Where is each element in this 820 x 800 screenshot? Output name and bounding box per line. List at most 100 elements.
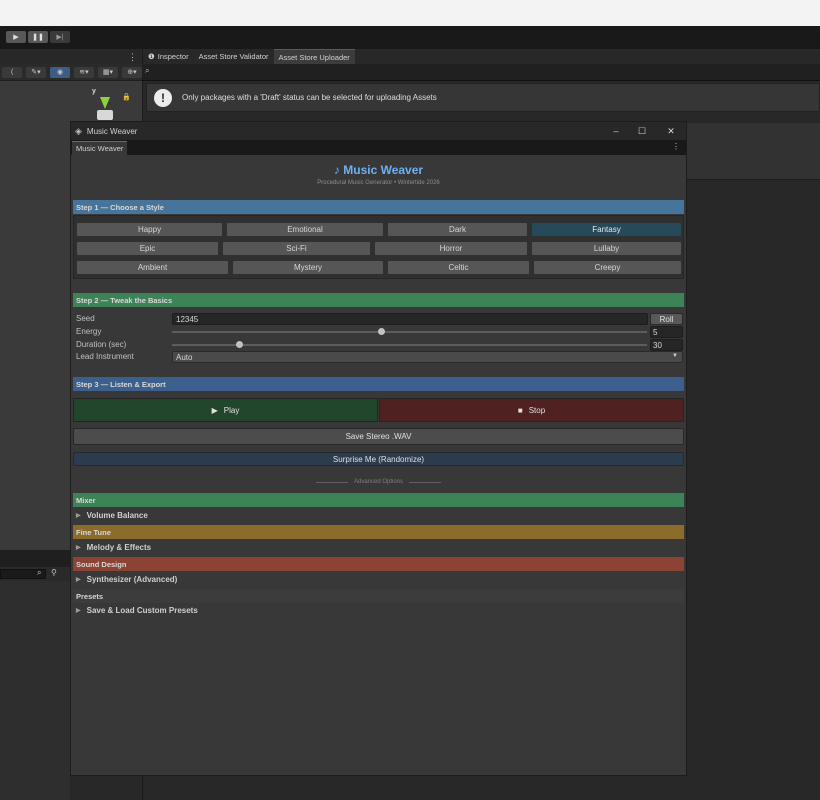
volume-balance-foldout[interactable]: ▶ Volume Balance <box>76 511 148 520</box>
gizmo-y-axis-icon[interactable] <box>100 97 110 109</box>
tab-label: Asset Store Uploader <box>278 52 350 62</box>
chevron-down-icon: ▼ <box>672 353 678 359</box>
tab-inspector[interactable]: ❶ Inspector <box>143 49 194 64</box>
style-button-mystery[interactable]: Mystery <box>232 260 384 275</box>
scene-toolbar: ⟨ ✎▾ ◉ ≋▾ ▦▾ ⊕▾ <box>0 64 142 81</box>
foldout-label: Synthesizer (Advanced) <box>86 575 178 584</box>
window-title: Music Weaver <box>86 126 138 136</box>
foldout-label: Save & Load Custom Presets <box>86 606 198 615</box>
energy-slider-track[interactable] <box>172 331 647 333</box>
style-button-epic[interactable]: Epic <box>76 241 219 256</box>
instrument-label: Lead Instrument <box>76 352 134 361</box>
step2-header: Step 2 — Tweak the Basics <box>73 293 684 307</box>
stop-label: Stop <box>528 405 546 415</box>
window-tabs: Music Weaver ⋮ <box>71 140 686 155</box>
lower-panel-header <box>0 550 70 567</box>
stop-button[interactable]: ■ Stop <box>379 398 684 422</box>
duration-field[interactable]: 30 <box>650 339 683 351</box>
pause-icon[interactable]: ❚❚ <box>28 31 48 43</box>
mixer-header: Mixer <box>73 493 684 507</box>
duration-slider-handle[interactable] <box>235 341 243 348</box>
chevron-right-icon: ▶ <box>76 545 81 551</box>
divider-line <box>409 481 442 483</box>
presets-foldout[interactable]: ▶ Save & Load Custom Presets <box>76 606 198 615</box>
divider-line <box>315 481 348 483</box>
style-button-dark[interactable]: Dark <box>387 222 528 237</box>
app-subtitle: Procedural Music Generator • Wintertide … <box>317 180 440 186</box>
play-button[interactable]: ▶ Play <box>73 398 378 422</box>
gizmo-dropdown[interactable]: ⊕▾ <box>122 66 142 78</box>
step1-header: Step 1 — Choose a Style <box>73 200 684 214</box>
save-wav-button[interactable]: Save Stereo .WAV <box>73 428 684 445</box>
duration-label: Duration (sec) <box>76 340 127 349</box>
play-icon: ▶ <box>211 405 218 415</box>
search-bar[interactable]: ⌕ <box>142 64 820 81</box>
sound-design-header: Sound Design <box>73 557 684 571</box>
style-button-creepy[interactable]: Creepy <box>533 260 682 275</box>
advanced-label: Advanced Options <box>353 479 404 485</box>
style-button-ambient[interactable]: Ambient <box>76 260 229 275</box>
more-options-icon[interactable]: ⋮ <box>128 52 137 63</box>
share-icon[interactable]: ⟨ <box>2 66 22 78</box>
tab-label: Inspector <box>157 52 189 61</box>
editor-tabs: ❶ Inspector Asset Store Validator Asset … <box>143 49 355 64</box>
visibility-icon[interactable]: ◉ <box>50 66 70 78</box>
tab-asset-store-validator[interactable]: Asset Store Validator <box>194 49 274 64</box>
style-button-celtic[interactable]: Celtic <box>387 260 530 275</box>
app-title: ♪ Music Weaver <box>333 163 424 177</box>
brush-dropdown[interactable]: ✎▾ <box>26 66 46 78</box>
energy-slider-handle[interactable] <box>378 328 385 335</box>
foldout-label: Melody & Effects <box>86 543 152 552</box>
chevron-right-icon: ▶ <box>76 608 81 614</box>
chevron-right-icon: ▶ <box>76 513 81 519</box>
style-button-lullaby[interactable]: Lullaby <box>531 241 682 256</box>
seed-input[interactable]: 12345 <box>172 313 648 325</box>
style-button-happy[interactable]: Happy <box>76 222 223 237</box>
minimize-icon[interactable]: – <box>609 124 623 138</box>
layers-dropdown[interactable]: ≋▾ <box>74 66 94 78</box>
step-icon[interactable]: ▶| <box>50 31 70 43</box>
step3-header: Step 3 — Listen & Export <box>73 377 684 391</box>
window-titlebar[interactable]: ◈ Music Weaver – ☐ ✕ <box>71 122 686 140</box>
seed-label: Seed <box>76 314 95 323</box>
warning-icon: ! <box>154 88 172 107</box>
grid-dropdown[interactable]: ▦▾ <box>98 66 118 78</box>
style-button-sci-fi[interactable]: Sci-Fi <box>222 241 371 256</box>
style-button-fantasy[interactable]: Fantasy <box>531 222 682 237</box>
synthesizer-foldout[interactable]: ▶ Synthesizer (Advanced) <box>76 575 177 584</box>
surprise-me-button[interactable]: Surprise Me (Randomize) <box>73 452 684 466</box>
os-top-strip <box>0 0 820 26</box>
play-controls: ▶ ❚❚ ▶| <box>6 31 70 43</box>
play-icon[interactable]: ▶ <box>6 31 26 43</box>
energy-field[interactable]: 5 <box>650 326 683 338</box>
instrument-value: Auto <box>176 352 193 362</box>
notice-text: Only packages with a 'Draft' status can … <box>182 93 437 102</box>
gizmo-axis-label: y <box>92 88 96 95</box>
foldout-label: Volume Balance <box>86 511 148 520</box>
melody-effects-foldout[interactable]: ▶ Melody & Effects <box>76 543 151 552</box>
lower-panel <box>0 581 70 800</box>
search-icon[interactable]: ⌕ <box>37 568 41 578</box>
style-button-emotional[interactable]: Emotional <box>226 222 384 237</box>
finetune-header: Fine Tune <box>73 525 684 539</box>
stop-icon: ■ <box>517 405 523 415</box>
uploader-content <box>686 123 820 180</box>
presets-header: Presets <box>73 589 684 603</box>
duration-slider-track[interactable] <box>172 344 647 346</box>
tab-label: Asset Store Validator <box>198 52 269 61</box>
editor-toolbar: ▶ ❚❚ ▶| <box>0 26 820 49</box>
draft-notice: ! Only packages with a 'Draft' status ca… <box>146 83 820 112</box>
close-icon[interactable]: ✕ <box>664 124 678 138</box>
unity-icon: ◈ <box>75 125 82 136</box>
chevron-right-icon: ▶ <box>76 577 81 583</box>
maximize-icon[interactable]: ☐ <box>635 124 649 138</box>
filter-icon[interactable]: ⚲ <box>51 568 57 577</box>
instrument-dropdown[interactable]: Auto ▼ <box>172 351 683 363</box>
tab-music-weaver[interactable]: Music Weaver <box>72 141 128 155</box>
lock-icon[interactable]: 🔒 <box>122 93 131 101</box>
style-button-horror[interactable]: Horror <box>374 241 528 256</box>
tab-asset-store-uploader[interactable]: Asset Store Uploader <box>273 49 355 64</box>
gizmo-cube-icon[interactable] <box>97 110 113 120</box>
more-options-icon[interactable]: ⋮ <box>672 142 680 151</box>
roll-button[interactable]: Roll <box>650 313 683 325</box>
